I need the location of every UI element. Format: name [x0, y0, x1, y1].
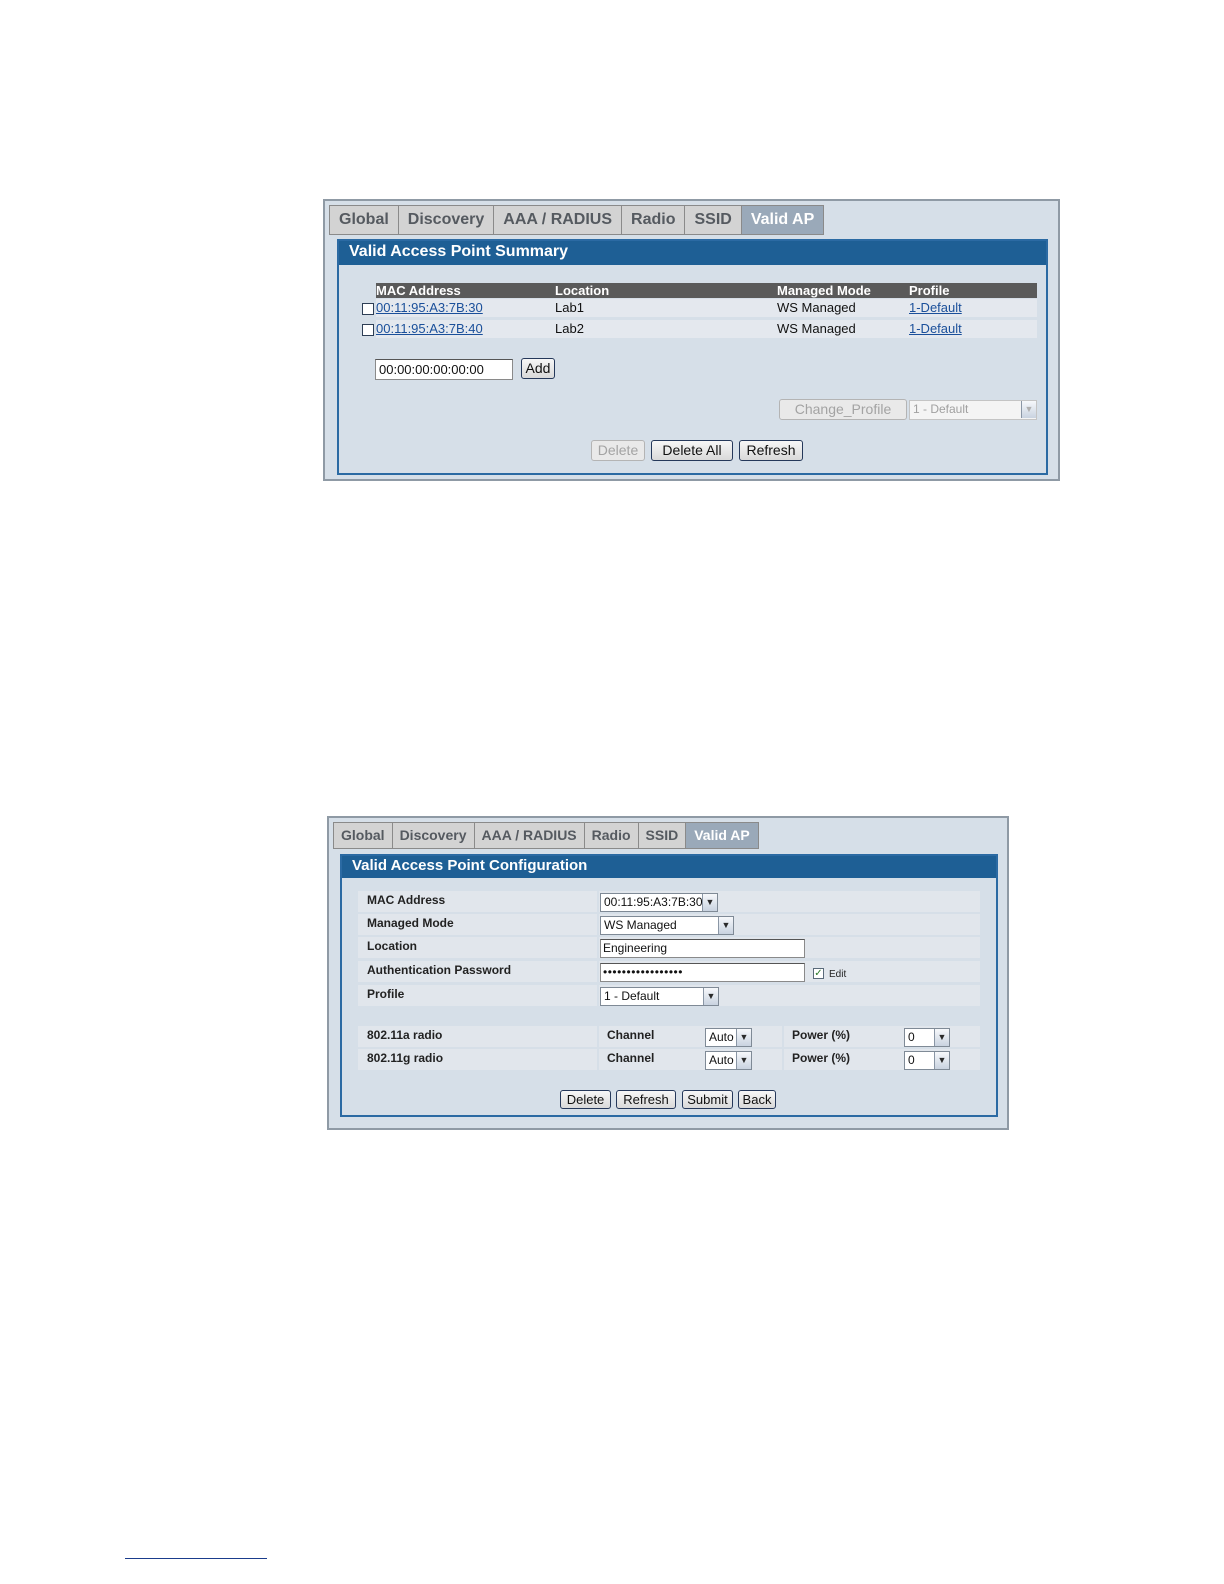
profile-select[interactable]: 1 - Default ▼ — [909, 400, 1037, 420]
table-row: 00:11:95:A3:7B:30 Lab1 WS Managed 1-Defa… — [376, 299, 1037, 317]
row-select-checkbox[interactable] — [362, 303, 374, 315]
valid-ap-config-window: Global Discovery AAA / RADIUS Radio SSID… — [327, 816, 1009, 1130]
location-cell: Lab1 — [555, 300, 584, 315]
column-divider — [597, 961, 599, 982]
mac-address-label: MAC Address — [367, 893, 446, 907]
footer-rule — [125, 1558, 267, 1559]
chevron-down-icon: ▼ — [736, 1052, 751, 1069]
chevron-down-icon: ▼ — [703, 988, 718, 1005]
location-label: Location — [367, 939, 417, 953]
managed-mode-label: Managed Mode — [367, 916, 454, 930]
profile-select-value: 1 - Default — [913, 402, 969, 416]
column-divider — [597, 914, 599, 935]
chevron-down-icon: ▼ — [1021, 401, 1036, 418]
tab-discovery[interactable]: Discovery — [392, 822, 475, 849]
chevron-down-icon: ▼ — [718, 917, 733, 934]
mac-address-input[interactable]: 00:00:00:00:00:00 — [375, 359, 513, 380]
table-header: MAC Address Location Managed Mode Profil… — [376, 283, 1037, 298]
power-select-80211g[interactable]: 0 ▼ — [904, 1051, 950, 1070]
submit-button[interactable]: Submit — [682, 1090, 733, 1109]
tab-aaa-radius[interactable]: AAA / RADIUS — [494, 205, 623, 235]
page-title: Valid Access Point Summary — [339, 241, 1046, 265]
col-mac-address: MAC Address — [376, 283, 461, 298]
column-divider — [597, 891, 599, 912]
table-row: 00:11:95:A3:7B:40 Lab2 WS Managed 1-Defa… — [376, 320, 1037, 338]
managed-mode-select[interactable]: WS Managed ▼ — [600, 916, 734, 935]
edit-label: Edit — [829, 969, 847, 980]
radio-row-80211a: 802.11a radio Channel Power (%) — [358, 1026, 980, 1047]
column-divider — [597, 985, 599, 1006]
radio-row-80211g: 802.11g radio Channel Power (%) — [358, 1049, 980, 1070]
mac-address-select[interactable]: 00:11:95:A3:7B:30 ▼ — [600, 893, 718, 912]
col-profile: Profile — [909, 283, 950, 298]
tab-valid-ap[interactable]: Valid AP — [741, 205, 825, 235]
channel-select-value: Auto — [709, 1030, 734, 1044]
chevron-down-icon: ▼ — [736, 1029, 751, 1046]
profile-link[interactable]: 1-Default — [909, 321, 962, 336]
tab-radio[interactable]: Radio — [622, 205, 686, 235]
refresh-button[interactable]: Refresh — [616, 1090, 676, 1109]
delete-button[interactable]: Delete — [560, 1090, 611, 1109]
column-divider — [782, 1049, 784, 1070]
column-divider — [597, 937, 599, 958]
column-divider — [597, 1049, 599, 1070]
location-input[interactable]: Engineering — [600, 939, 805, 958]
tab-discovery[interactable]: Discovery — [398, 205, 495, 235]
col-location: Location — [555, 283, 610, 298]
managed-mode-select-value: WS Managed — [604, 918, 677, 932]
mac-address-select-value: 00:11:95:A3:7B:30 — [604, 895, 703, 909]
tab-ssid[interactable]: SSID — [685, 205, 742, 235]
change-profile-button[interactable]: Change_Profile — [779, 399, 907, 420]
channel-select-80211a[interactable]: Auto ▼ — [705, 1028, 752, 1047]
power-label: Power (%) — [792, 1051, 851, 1065]
tab-bar: Global Discovery AAA / RADIUS Radio SSID… — [333, 822, 759, 849]
chevron-down-icon: ▼ — [934, 1029, 949, 1046]
mac-address-link[interactable]: 00:11:95:A3:7B:30 — [376, 300, 483, 315]
profile-select[interactable]: 1 - Default ▼ — [600, 987, 719, 1006]
row-select-checkbox[interactable] — [362, 324, 374, 336]
col-managed-mode: Managed Mode — [777, 283, 871, 298]
tab-global[interactable]: Global — [333, 822, 393, 849]
password-label: Authentication Password — [367, 963, 512, 977]
delete-button[interactable]: Delete — [591, 440, 645, 461]
power-label: Power (%) — [792, 1028, 851, 1042]
edit-password-checkbox[interactable]: ✓ — [813, 968, 824, 979]
config-panel: Valid Access Point Configuration MAC Add… — [340, 854, 998, 1117]
channel-select-80211g[interactable]: Auto ▼ — [705, 1051, 752, 1070]
page-title: Valid Access Point Configuration — [342, 856, 996, 878]
channel-label: Channel — [607, 1051, 655, 1065]
profile-select-value: 1 - Default — [604, 989, 660, 1003]
back-button[interactable]: Back — [738, 1090, 776, 1109]
power-select-value: 0 — [908, 1053, 915, 1067]
chevron-down-icon: ▼ — [934, 1052, 949, 1069]
profile-link[interactable]: 1-Default — [909, 300, 962, 315]
channel-select-value: Auto — [709, 1053, 734, 1067]
add-button[interactable]: Add — [521, 358, 555, 379]
chevron-down-icon: ▼ — [702, 894, 717, 911]
valid-ap-summary-window: Global Discovery AAA / RADIUS Radio SSID… — [323, 199, 1060, 481]
tab-global[interactable]: Global — [329, 205, 399, 235]
tab-aaa-radius[interactable]: AAA / RADIUS — [474, 822, 585, 849]
column-divider — [782, 1026, 784, 1047]
delete-all-button[interactable]: Delete All — [651, 440, 733, 461]
power-select-value: 0 — [908, 1030, 915, 1044]
tab-bar: Global Discovery AAA / RADIUS Radio SSID… — [329, 205, 825, 235]
power-select-80211a[interactable]: 0 ▼ — [904, 1028, 950, 1047]
password-input[interactable]: ••••••••••••••••• — [600, 963, 805, 982]
profile-label: Profile — [367, 987, 405, 1001]
location-cell: Lab2 — [555, 321, 584, 336]
tab-valid-ap[interactable]: Valid AP — [686, 822, 759, 849]
summary-panel: Valid Access Point Summary MAC Address L… — [337, 239, 1048, 475]
channel-label: Channel — [607, 1028, 655, 1042]
tab-radio[interactable]: Radio — [584, 822, 639, 849]
mac-address-link[interactable]: 00:11:95:A3:7B:40 — [376, 321, 483, 336]
refresh-button[interactable]: Refresh — [739, 440, 803, 461]
column-divider — [597, 1026, 599, 1047]
radio-name-label: 802.11a radio — [367, 1028, 443, 1042]
managed-mode-cell: WS Managed — [777, 321, 856, 336]
managed-mode-cell: WS Managed — [777, 300, 856, 315]
tab-ssid[interactable]: SSID — [638, 822, 687, 849]
radio-name-label: 802.11g radio — [367, 1051, 444, 1065]
